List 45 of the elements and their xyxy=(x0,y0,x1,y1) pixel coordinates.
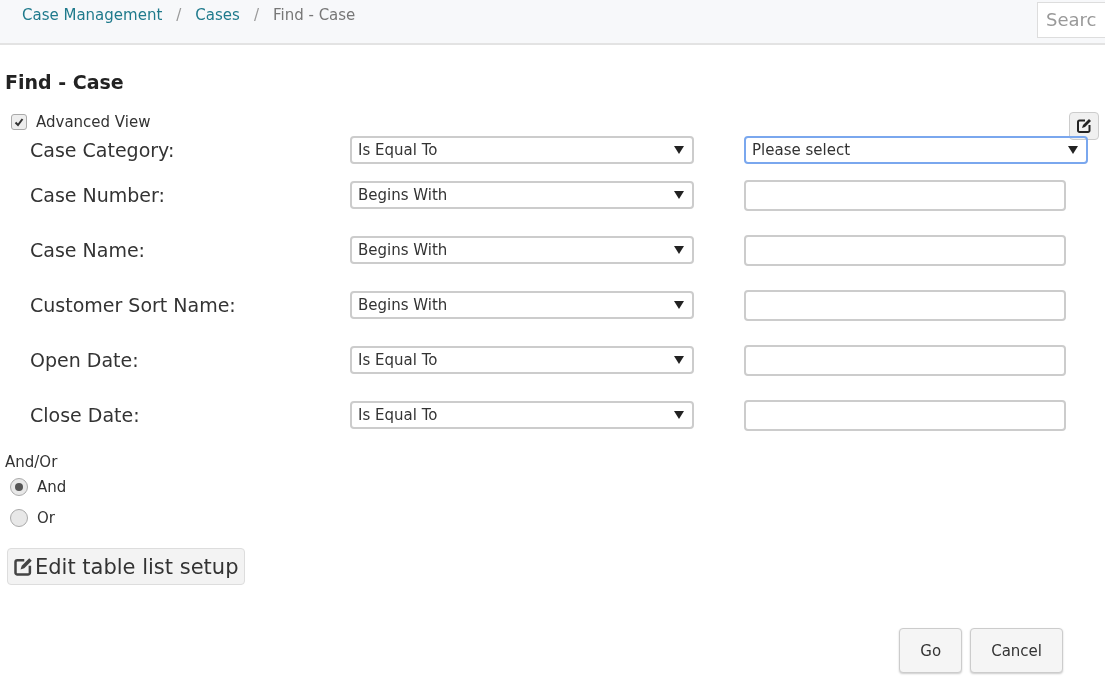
operator-dropdown[interactable]: Begins With xyxy=(350,291,694,319)
field-label: Customer Sort Name: xyxy=(30,294,237,316)
cancel-button[interactable]: Cancel xyxy=(970,628,1063,673)
value-input-field[interactable] xyxy=(744,234,1066,266)
edit-icon xyxy=(1076,118,1092,134)
go-button[interactable]: Go xyxy=(899,628,963,673)
radio-group-label: And/Or xyxy=(5,453,59,471)
dropdown-arrow-icon xyxy=(1068,145,1078,154)
field-label: Case Name: xyxy=(30,239,146,261)
value-input-field[interactable] xyxy=(744,289,1066,321)
value-input-field[interactable] xyxy=(744,179,1066,211)
value-input-field[interactable] xyxy=(744,399,1066,431)
checkbox-label: Advanced View xyxy=(36,113,151,131)
field-label: Open Date: xyxy=(30,349,140,371)
radio-label: Or xyxy=(37,508,55,527)
breadcrumb-link[interactable]: Cases xyxy=(195,5,240,24)
breadcrumb-separator: / xyxy=(253,5,259,24)
breadcrumb-current: Find - Case xyxy=(272,5,356,24)
dropdown-arrow-icon xyxy=(674,356,684,364)
dropdown-arrow-icon xyxy=(674,411,684,419)
field-label: Case Number: xyxy=(30,184,166,206)
radio-button[interactable] xyxy=(10,508,28,527)
operator-dropdown[interactable]: Begins With xyxy=(350,236,694,264)
dropdown-arrow-icon xyxy=(674,246,684,254)
value-dropdown[interactable]: Please select xyxy=(744,135,1088,164)
value-input-field[interactable] xyxy=(744,344,1066,376)
edit-button[interactable] xyxy=(1069,112,1099,140)
dropdown-arrow-icon xyxy=(674,301,684,309)
radio-label: And xyxy=(37,477,67,496)
dropdown-arrow-icon xyxy=(674,191,684,199)
field-label: Case Category: xyxy=(30,138,176,161)
operator-dropdown[interactable]: Is Equal To xyxy=(350,135,694,164)
edit-icon xyxy=(13,557,33,577)
field-label: Close Date: xyxy=(30,404,141,426)
operator-dropdown[interactable]: Begins With xyxy=(350,181,694,209)
operator-dropdown[interactable]: Is Equal To xyxy=(350,401,694,429)
edit-table-list-setup-button[interactable]: Edit table list setup xyxy=(7,548,246,585)
radio-button[interactable] xyxy=(10,477,28,496)
breadcrumb-separator: / xyxy=(176,5,182,24)
breadcrumb-link[interactable]: Case Management xyxy=(22,5,163,24)
operator-dropdown[interactable]: Is Equal To xyxy=(350,346,694,374)
page-title: Find - Case xyxy=(5,71,125,93)
checkbox[interactable] xyxy=(11,114,27,130)
search-field[interactable]: Searc xyxy=(1037,1,1105,38)
dropdown-arrow-icon xyxy=(674,145,684,154)
